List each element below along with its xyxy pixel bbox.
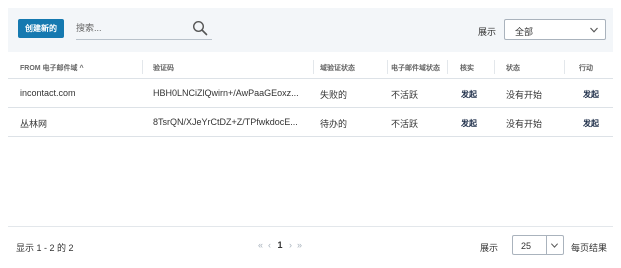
column-divider	[313, 60, 314, 74]
filter-select[interactable]: 全部	[504, 19, 606, 40]
next-page-button[interactable]: ›	[286, 240, 295, 250]
header-verify[interactable]: 核实	[460, 63, 474, 73]
header-action[interactable]: 行动	[579, 63, 593, 73]
select-divider	[546, 236, 547, 254]
domain-cell: 丛林网	[20, 119, 48, 129]
table-header: FROM 电子邮件域 ^ 验证码 域验证状态 电子邮件域状态 核实 状态 行动	[8, 55, 613, 79]
toolbar: 创建新的 展示 全部	[8, 8, 613, 52]
per-page-label-prefix: 展示	[480, 243, 499, 253]
header-domain-verification-status[interactable]: 域验证状态	[320, 63, 355, 73]
table-row: incontact.com HBH0LNCiZlQwirn+/AwPaaGEox…	[8, 79, 613, 108]
results-count: 显示 1 - 2 的 2	[16, 243, 74, 253]
table-footer: 显示 1 - 2 的 2 «‹ 1 ›» 展示 25 每页结果	[8, 226, 613, 262]
first-page-button[interactable]: «	[256, 240, 265, 250]
action-initiate-link[interactable]: 发起	[583, 89, 599, 100]
column-divider	[494, 60, 495, 74]
pagination: «‹ 1 ›»	[256, 240, 304, 250]
header-status[interactable]: 状态	[506, 63, 520, 73]
column-divider	[387, 60, 388, 74]
domain-cell: incontact.com	[20, 88, 76, 98]
last-page-button[interactable]: »	[295, 240, 304, 250]
action-initiate-link[interactable]: 发起	[583, 118, 599, 129]
per-page-value: 25	[521, 241, 532, 251]
chevron-down-icon	[550, 243, 559, 248]
filter-value: 全部	[515, 27, 534, 37]
header-email-domain-status[interactable]: 电子邮件域状态	[391, 63, 440, 73]
verify-initiate-link[interactable]: 发起	[461, 89, 477, 100]
status-cell: 没有开始	[506, 90, 543, 100]
verification-code-cell: HBH0LNCiZlQwirn+/AwPaaGEoxz...	[153, 88, 299, 98]
filter-label: 展示	[478, 27, 497, 37]
current-page[interactable]: 1	[274, 240, 286, 250]
header-from-domain[interactable]: FROM 电子邮件域 ^	[20, 63, 84, 73]
per-page-label: 每页结果	[571, 243, 608, 253]
column-divider	[142, 60, 143, 74]
search-icon[interactable]	[192, 20, 208, 36]
header-verification-code[interactable]: 验证码	[153, 63, 174, 73]
prev-page-button[interactable]: ‹	[265, 240, 274, 250]
per-page-select[interactable]: 25	[512, 235, 564, 255]
search-box	[76, 18, 212, 40]
column-divider	[447, 60, 448, 74]
email-domain-status-cell: 不活跃	[391, 119, 419, 129]
email-domain-status-cell: 不活跃	[391, 90, 419, 100]
chevron-down-icon	[590, 27, 598, 33]
verification-code-cell: 8TsrQN/XJeYrCtDZ+Z/TPfwkdocE...	[153, 117, 298, 127]
domains-table: FROM 电子邮件域 ^ 验证码 域验证状态 电子邮件域状态 核实 状态 行动 …	[8, 55, 613, 137]
column-divider	[564, 60, 565, 74]
status-cell: 没有开始	[506, 119, 543, 129]
domain-verification-status-cell: 待办的	[320, 119, 348, 129]
domain-verification-status-cell: 失败的	[320, 90, 348, 100]
verify-initiate-link[interactable]: 发起	[461, 118, 477, 129]
create-new-button[interactable]: 创建新的	[18, 19, 64, 38]
search-input[interactable]	[76, 18, 186, 38]
table-row: 丛林网 8TsrQN/XJeYrCtDZ+Z/TPfwkdocE... 待办的 …	[8, 108, 613, 137]
